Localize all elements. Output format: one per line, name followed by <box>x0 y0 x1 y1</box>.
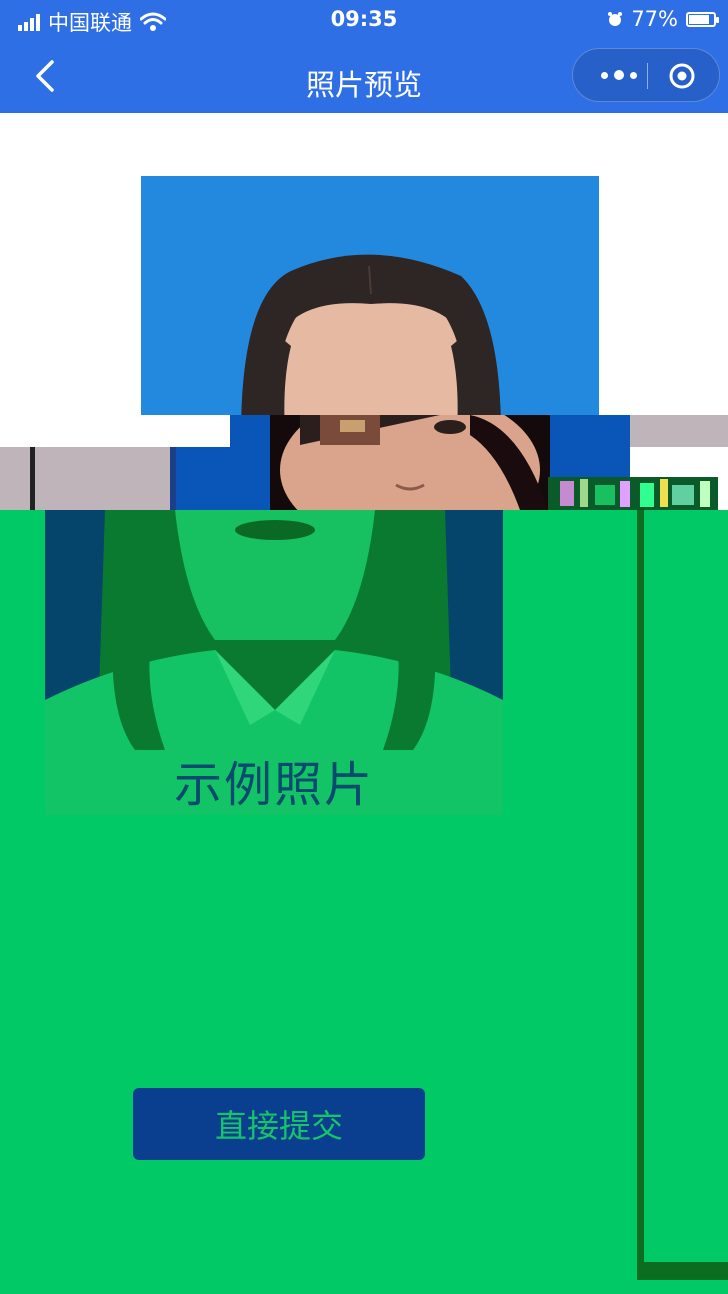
mini-program-capsule <box>572 48 720 102</box>
battery-icon <box>686 11 719 27</box>
glitch-graphic <box>0 415 728 510</box>
alarm-icon <box>608 12 623 26</box>
status-bar: 中国联通 09:35 77% <box>0 0 728 40</box>
status-right: 77% <box>607 7 719 31</box>
capsule-divider <box>647 63 648 89</box>
photo-caption: 示例照片 <box>173 757 374 813</box>
close-target-icon[interactable] <box>667 61 697 91</box>
sample-photo <box>141 176 599 448</box>
glitch-band <box>0 415 728 510</box>
submit-button[interactable]: 直接提交 <box>133 1088 425 1160</box>
battery-percent: 77% <box>631 7 678 31</box>
more-button[interactable] <box>593 61 645 89</box>
portrait-illustration <box>141 176 599 448</box>
bottom-strip <box>637 1262 728 1280</box>
divider-line <box>637 510 644 1280</box>
top-bar: 中国联通 09:35 77% 照片预览 <box>0 0 728 113</box>
